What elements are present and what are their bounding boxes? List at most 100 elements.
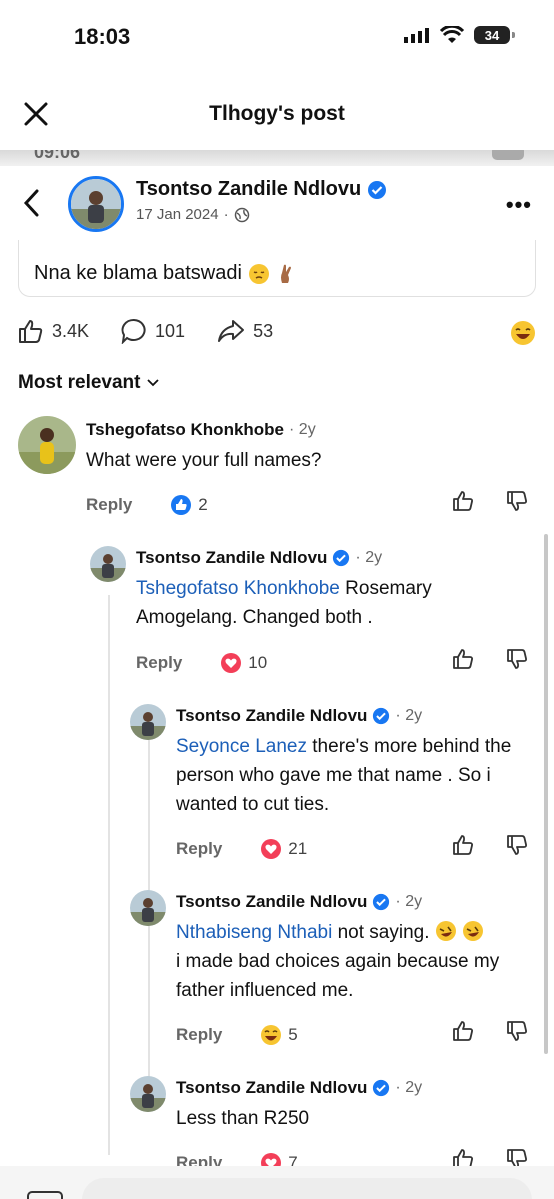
post-date-text: 17 Jan 2024 [136, 206, 219, 223]
post-text: Nna ke blama batswadi [34, 262, 296, 285]
commenter-avatar[interactable] [90, 546, 126, 582]
comment-author-name[interactable]: Tsontso Zandile Ndlovu [136, 548, 327, 568]
reaction-count[interactable]: 21 [260, 838, 307, 860]
mention-link[interactable]: Tshegofatso Khonkhobe [136, 578, 340, 599]
thread-line [108, 595, 110, 1155]
commenter-avatar[interactable] [130, 1076, 166, 1112]
comment-author-name[interactable]: Tsontso Zandile Ndlovu [176, 706, 367, 726]
status-time: 18:03 [74, 24, 131, 49]
comment-stat[interactable]: 101 [121, 318, 185, 344]
comment-text: What were your full names? [86, 446, 526, 475]
poster-avatar[interactable] [68, 176, 124, 232]
poster-name[interactable]: Tsontso Zandile Ndlovu [136, 178, 387, 201]
like-reaction-icon [171, 495, 192, 515]
vote-buttons [452, 490, 528, 512]
reaction-count-value: 2 [198, 495, 208, 514]
comment-author[interactable]: Tsontso Zandile Ndlovu · 2y [176, 706, 422, 726]
comment-time: · 2y [395, 893, 423, 910]
globe-icon [234, 207, 249, 222]
reaction-count[interactable]: 5 [260, 1024, 298, 1046]
thumbs-up-icon[interactable] [452, 490, 474, 512]
sort-dropdown[interactable]: Most relevant [18, 372, 160, 394]
mention-link[interactable]: Seyonce Lanez [176, 736, 307, 757]
poster-name-text[interactable]: Tsontso Zandile Ndlovu [136, 178, 361, 201]
reply-button[interactable]: Reply [86, 495, 132, 515]
share-icon [218, 320, 245, 342]
thumbs-down-icon[interactable] [506, 648, 528, 670]
comment-author[interactable]: Tsontso Zandile Ndlovu · 2y [136, 548, 382, 568]
share-stat[interactable]: 53 [217, 318, 273, 344]
reply-button[interactable]: Reply [176, 1025, 222, 1045]
embedded-status-strip [0, 150, 554, 166]
comment-text-content: What were your full names? [86, 450, 322, 471]
comment-author-name[interactable]: Tsontso Zandile Ndlovu [176, 892, 367, 912]
comment-actions: Reply 10 [136, 652, 267, 674]
reply-button[interactable]: Reply [136, 653, 182, 673]
like-stat[interactable]: 3.4K [18, 318, 89, 344]
like-icon [19, 320, 43, 343]
vote-buttons [452, 834, 528, 856]
comment-text-content: Less than R250 [176, 1108, 310, 1129]
embedded-battery [492, 150, 524, 160]
comment-author[interactable]: Tsontso Zandile Ndlovu · 2y [176, 892, 422, 912]
reaction-picker-icon[interactable] [510, 320, 536, 346]
back-icon[interactable] [22, 188, 40, 218]
verified-icon [373, 707, 390, 725]
commenter-avatar[interactable] [130, 890, 166, 926]
post-content: 09:06 Tsontso Zandile Ndlovu 17 Jan 2024… [0, 150, 554, 1199]
thumbs-up-icon[interactable] [452, 648, 474, 670]
comment-time: · 2y [395, 1079, 423, 1096]
thumbs-down-icon[interactable] [506, 1020, 528, 1042]
post-text-content: Nna ke blama batswadi [34, 262, 242, 284]
verified-icon [373, 893, 390, 911]
reaction-count[interactable]: 2 [170, 494, 208, 516]
sort-label: Most relevant [18, 372, 141, 393]
comment-input[interactable] [82, 1178, 532, 1199]
comment-author-name[interactable]: Tsontso Zandile Ndlovu [176, 1078, 367, 1098]
comment-count: 101 [155, 320, 186, 341]
haha-reaction-icon [261, 1025, 282, 1045]
comment-actions: Reply 21 [176, 838, 307, 860]
comment-text: Seyonce Lanez there's more behind the pe… [176, 732, 536, 819]
reaction-count-value: 10 [248, 653, 268, 672]
reply-button[interactable]: Reply [176, 839, 222, 859]
pensive-face-icon [248, 263, 269, 284]
love-reaction-icon [221, 653, 242, 673]
comment-author-name[interactable]: Tshegofatso Khonkhobe [86, 420, 284, 440]
comment-author[interactable]: Tsontso Zandile Ndlovu · 2y [176, 1078, 422, 1098]
comment-text-continued: i made bad choices again because my fath… [176, 951, 500, 1001]
date-separator: · [223, 206, 229, 223]
camera-icon[interactable] [26, 1188, 64, 1199]
rofl-emoji-icon [463, 921, 484, 941]
thumbs-up-icon[interactable] [452, 834, 474, 856]
thumbs-down-icon[interactable] [506, 490, 528, 512]
signal-icon [404, 28, 429, 43]
status-icons: 34 [404, 26, 515, 44]
mention-link[interactable]: Nthabiseng Nthabi [176, 922, 332, 943]
love-reaction-icon [261, 839, 282, 859]
wifi-icon [440, 26, 464, 43]
thumbs-up-icon[interactable] [452, 1020, 474, 1042]
thumbs-down-icon[interactable] [506, 834, 528, 856]
chevron-down-icon [147, 379, 160, 387]
commenter-avatar[interactable] [18, 416, 76, 474]
commenter-avatar[interactable] [130, 704, 166, 740]
share-count: 53 [253, 320, 274, 341]
reaction-count[interactable]: 10 [220, 652, 267, 674]
post-date: 17 Jan 2024 · [136, 206, 250, 223]
more-options-icon[interactable]: ••• [506, 192, 532, 218]
embedded-status-time: 09:06 [34, 150, 81, 162]
verified-icon [333, 549, 350, 567]
comment-time: · 2y [289, 421, 316, 438]
verified-icon [368, 180, 387, 199]
comment-actions: Reply 2 [86, 494, 208, 516]
vote-buttons [452, 648, 528, 670]
comment-text: Less than R250 [176, 1104, 536, 1133]
scrollbar[interactable] [544, 534, 548, 1054]
like-count: 3.4K [52, 320, 90, 341]
comment-actions: Reply 5 [176, 1024, 298, 1046]
comment-author[interactable]: Tshegofatso Khonkhobe · 2y [86, 420, 316, 440]
comment-icon [121, 318, 146, 344]
vote-buttons [452, 1020, 528, 1042]
crossed-fingers-icon [280, 264, 291, 283]
